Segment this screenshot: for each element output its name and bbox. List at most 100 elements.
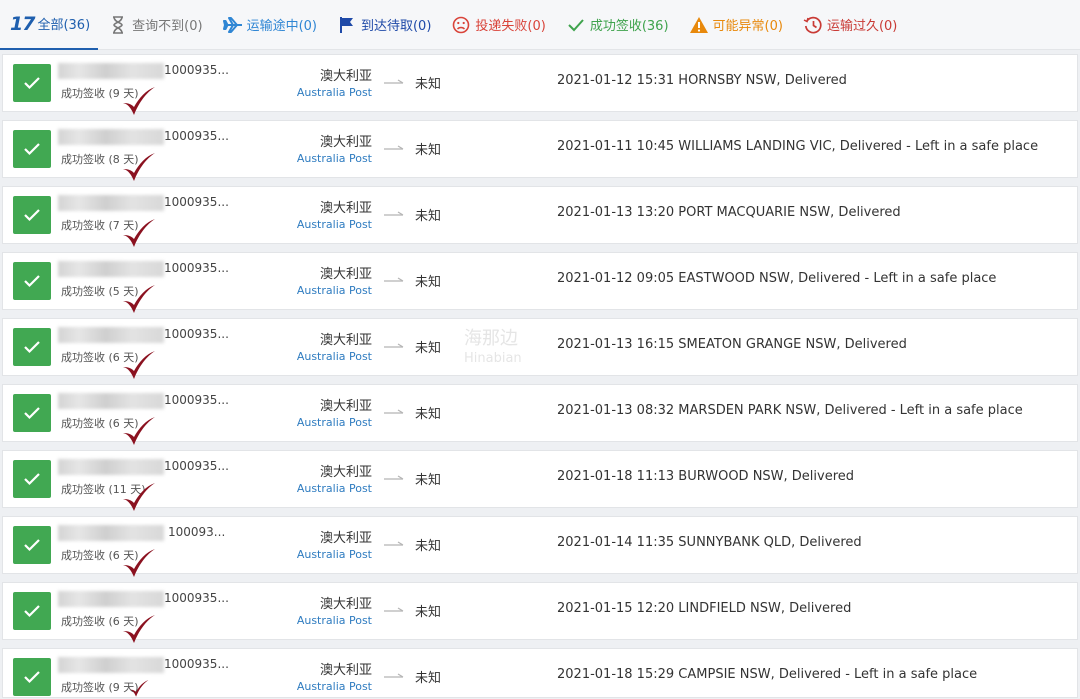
route-arrow-icon: [384, 607, 404, 612]
destination: 未知: [415, 143, 442, 158]
tab-not-found[interactable]: 查询不到(0): [98, 0, 212, 50]
tracking-number[interactable]: 100093...: [168, 525, 225, 539]
carrier-name[interactable]: Australia Post: [267, 416, 372, 429]
carrier-name[interactable]: Australia Post: [267, 680, 372, 693]
tracking-number[interactable]: 1000935...: [164, 327, 229, 341]
row-checkbox[interactable]: [13, 592, 51, 630]
red-tick-icon: [129, 680, 149, 697]
carrier-name[interactable]: Australia Post: [267, 482, 372, 495]
row-checkbox[interactable]: [13, 130, 51, 168]
shipment-row[interactable]: 1000935... 成功签收 (6 天) 澳大利亚 Australia Pos…: [2, 384, 1078, 445]
tracking-number[interactable]: 1000935...: [164, 195, 229, 209]
event-datetime: 2021-01-13 13:20: [557, 205, 675, 220]
tracking-number[interactable]: 1000935...: [164, 63, 229, 77]
blurred-tracking-number: [58, 525, 164, 541]
row-checkbox[interactable]: [13, 526, 51, 564]
carrier-name[interactable]: Australia Post: [267, 350, 372, 363]
shipment-row[interactable]: 1000935... 成功签收 (7 天) 澳大利亚 Australia Pos…: [2, 186, 1078, 247]
blurred-tracking-number: [58, 657, 164, 673]
red-tick-icon: [123, 87, 155, 115]
tab-delivered[interactable]: 成功签收(36): [556, 0, 679, 50]
tab-pickup[interactable]: 到达待取(0): [327, 0, 441, 50]
red-tick-icon: [123, 153, 155, 181]
event-datetime: 2021-01-14 11:35: [557, 535, 675, 550]
latest-event: 2021-01-13 08:32 MARSDEN PARK NSW, Deliv…: [557, 403, 1023, 418]
carrier-name[interactable]: Australia Post: [267, 218, 372, 231]
tab-label: 运输过久(0): [826, 19, 898, 34]
latest-event: 2021-01-15 12:20 LINDFIELD NSW, Delivere…: [557, 601, 851, 616]
red-tick-icon: [123, 549, 155, 577]
destination: 未知: [415, 275, 442, 290]
tab-label: 到达待取(0): [360, 19, 432, 34]
carrier-name[interactable]: Australia Post: [267, 284, 372, 297]
tracking-number[interactable]: 1000935...: [164, 129, 229, 143]
tab-in-transit[interactable]: 运输途中(0): [213, 0, 327, 50]
route-arrow-icon: [384, 673, 404, 678]
route-arrow-icon: [384, 277, 404, 282]
shipment-row[interactable]: 100093... 成功签收 (6 天) 澳大利亚 Australia Post…: [2, 516, 1078, 577]
tracking-number[interactable]: 1000935...: [164, 393, 229, 407]
event-text: MARSDEN PARK NSW, Delivered - Left in a …: [678, 403, 1023, 418]
destination: 未知: [415, 473, 442, 488]
route-arrow-icon: [384, 79, 404, 84]
tab-overdue[interactable]: 运输过久(0): [793, 0, 907, 50]
shipment-row[interactable]: 1000935... 成功签收 (8 天) 澳大利亚 Australia Pos…: [2, 120, 1078, 181]
event-datetime: 2021-01-15 12:20: [557, 601, 675, 616]
tab-all[interactable]: 17 全部(36): [0, 0, 99, 50]
row-checkbox[interactable]: [13, 262, 51, 300]
red-tick-icon: [123, 351, 155, 379]
destination: 未知: [415, 671, 442, 686]
event-datetime: 2021-01-13 08:32: [557, 403, 675, 418]
destination: 未知: [415, 605, 442, 620]
shipment-row[interactable]: 1000935... 成功签收 (6 天) 澳大利亚 Australia Pos…: [2, 318, 1078, 379]
tracking-number[interactable]: 1000935...: [164, 657, 229, 671]
origin-country: 澳大利亚: [319, 399, 372, 414]
origin-country: 澳大利亚: [319, 135, 372, 150]
shipment-row[interactable]: 1000935... 成功签收 (11 天) 澳大利亚 Australia Po…: [2, 450, 1078, 511]
origin-country: 澳大利亚: [319, 201, 372, 216]
row-checkbox[interactable]: [13, 64, 51, 102]
carrier-name[interactable]: Australia Post: [267, 152, 372, 165]
check-icon: [566, 15, 586, 35]
tab-label: 查询不到(0): [132, 19, 203, 34]
tracking-number[interactable]: 1000935...: [164, 591, 229, 605]
latest-event: 2021-01-12 15:31 HORNSBY NSW, Delivered: [557, 73, 847, 88]
tab-exception[interactable]: 可能异常(0): [679, 0, 793, 50]
red-tick-icon: [123, 483, 155, 511]
blurred-tracking-number: [58, 393, 164, 409]
tracking-number[interactable]: 1000935...: [164, 261, 229, 275]
event-text: BURWOOD NSW, Delivered: [678, 469, 855, 484]
destination: 未知: [415, 539, 442, 554]
event-text: SMEATON GRANGE NSW, Delivered: [678, 337, 907, 352]
carrier-name[interactable]: Australia Post: [267, 86, 372, 99]
route-arrow-icon: [384, 145, 404, 150]
latest-event: 2021-01-11 10:45 WILLIAMS LANDING VIC, D…: [557, 139, 1038, 154]
blurred-tracking-number: [58, 261, 164, 277]
carrier-name[interactable]: Australia Post: [267, 614, 372, 627]
destination: 未知: [415, 407, 442, 422]
shipment-row[interactable]: 1000935... 成功签收 (6 天) 澳大利亚 Australia Pos…: [2, 582, 1078, 643]
row-checkbox[interactable]: [13, 658, 51, 696]
airplane-icon: [222, 15, 243, 35]
destination: 未知: [415, 341, 442, 356]
shipment-row[interactable]: 1000935... 成功签收 (5 天) 澳大利亚 Australia Pos…: [2, 252, 1078, 313]
row-checkbox[interactable]: [13, 460, 51, 498]
row-checkbox[interactable]: [13, 394, 51, 432]
origin-country: 澳大利亚: [319, 663, 372, 678]
blurred-tracking-number: [58, 195, 164, 211]
row-checkbox[interactable]: [13, 328, 51, 366]
tracking-number[interactable]: 1000935...: [164, 459, 229, 473]
row-checkbox[interactable]: [13, 196, 51, 234]
red-tick-icon: [123, 615, 155, 643]
red-tick-icon: [123, 285, 155, 313]
logo-17-icon: 17: [10, 12, 35, 35]
carrier-name[interactable]: Australia Post: [267, 548, 372, 561]
event-datetime: 2021-01-13 16:15: [557, 337, 675, 352]
tab-failed[interactable]: 投递失败(0): [441, 0, 555, 50]
origin-country: 澳大利亚: [319, 267, 372, 282]
shipment-row[interactable]: 1000935... 成功签收 (9 天) 澳大利亚 Australia Pos…: [2, 54, 1078, 115]
tab-label: 可能异常(0): [712, 19, 783, 34]
event-datetime: 2021-01-12 15:31: [557, 73, 675, 88]
shipment-row[interactable]: 1000935... 成功签收 (9 天) 澳大利亚 Australia Pos…: [2, 648, 1078, 698]
route-arrow-icon: [384, 211, 404, 216]
